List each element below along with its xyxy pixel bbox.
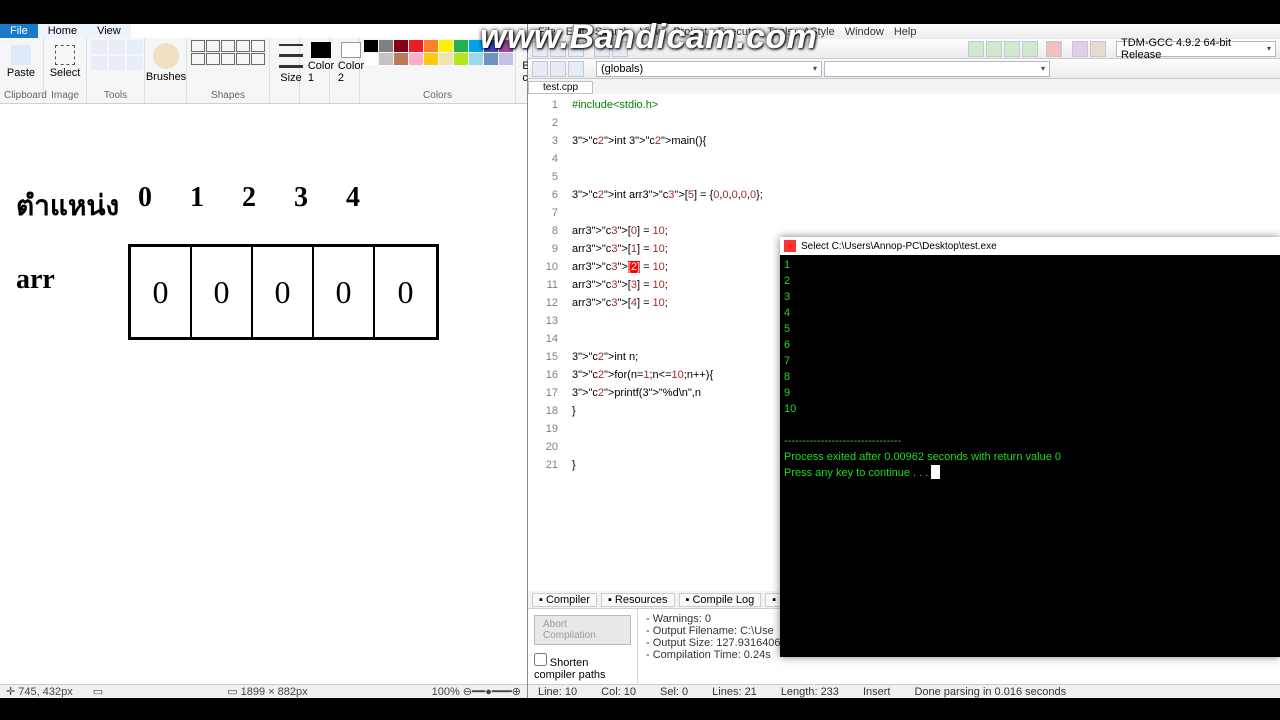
swatch[interactable]	[379, 53, 393, 65]
swatch[interactable]	[439, 53, 453, 65]
swatch[interactable]	[454, 53, 468, 65]
swatch[interactable]	[424, 40, 438, 52]
group-shapes: Shapes	[191, 89, 265, 101]
brushes-button[interactable]: Brushes	[149, 40, 183, 84]
undo-icon	[594, 41, 610, 57]
color-swatches[interactable]	[364, 40, 511, 65]
compiler-select[interactable]: TDM-GCC 4.9.2 64-bit Release	[1116, 41, 1276, 57]
line-gutter: 123456789101112131415161718192021	[528, 94, 568, 593]
menu-view[interactable]: View	[640, 26, 664, 38]
swatch[interactable]	[409, 53, 423, 65]
tools-grid[interactable]	[91, 40, 140, 70]
menu-edit[interactable]: Edit	[566, 26, 585, 38]
paint-window: File Home View Paste Clipboard Select Im…	[0, 24, 528, 698]
paste-button[interactable]: Paste	[4, 40, 38, 84]
stop-icon	[1046, 41, 1062, 57]
toolbar-main[interactable]: TDM-GCC 4.9.2 64-bit Release	[528, 39, 1280, 59]
tab-file[interactable]: File	[0, 24, 38, 38]
save-icon	[568, 41, 584, 57]
swatch[interactable]	[469, 53, 483, 65]
text-thai: ตำแหน่ง	[16, 184, 119, 228]
swatch[interactable]	[394, 53, 408, 65]
compile-icon	[968, 41, 984, 57]
array-table: 00000	[128, 244, 439, 340]
swatch[interactable]	[469, 40, 483, 52]
swatch[interactable]	[364, 40, 378, 52]
swatch[interactable]	[409, 40, 423, 52]
class-icon	[532, 61, 548, 77]
debug-icon	[1072, 41, 1088, 57]
paint-statusbar: ✛ 745, 432px▭ ▭ 1899 × 882px 100% ⊖━━●━━…	[0, 684, 527, 698]
tab-compiler[interactable]: ▪ Compiler	[532, 593, 597, 607]
func-icon	[550, 61, 566, 77]
shapes-gallery[interactable]	[191, 40, 265, 65]
member-select[interactable]	[824, 61, 1050, 77]
text-arr: arr	[16, 264, 55, 296]
group-clipboard: Clipboard	[4, 89, 39, 101]
rebuild-icon	[1022, 41, 1038, 57]
console-window[interactable]: Select C:\Users\Annop-PC\Desktop\test.ex…	[780, 237, 1280, 657]
shorten-paths-checkbox[interactable]: Shorten compiler paths	[534, 658, 606, 681]
swatch[interactable]	[484, 53, 498, 65]
new-icon	[532, 41, 548, 57]
open-icon	[550, 41, 566, 57]
file-tab[interactable]: test.cpp	[528, 81, 593, 94]
menu-help[interactable]: Help	[894, 26, 917, 38]
tab-resources[interactable]: ▪ Resources	[601, 593, 675, 607]
group-image: Image	[48, 89, 82, 101]
swatch[interactable]	[454, 40, 468, 52]
select-button[interactable]: Select	[48, 40, 82, 84]
tab-compile-log[interactable]: ▪ Compile Log	[679, 593, 762, 607]
menu-execute[interactable]: Execute	[717, 26, 757, 38]
abort-button: Abort Compilation	[534, 615, 631, 645]
menu-window[interactable]: Window	[845, 26, 884, 38]
swatch[interactable]	[394, 40, 408, 52]
goto-icon	[568, 61, 584, 77]
swatch[interactable]	[484, 40, 498, 52]
swatch[interactable]	[364, 53, 378, 65]
run-icon	[986, 41, 1002, 57]
paint-canvas[interactable]: ตำแหน่ง 01234 arr 00000	[0, 104, 527, 684]
toolbar-scope[interactable]: (globals)	[528, 59, 1280, 79]
tab-view[interactable]: View	[87, 24, 131, 38]
menu-file[interactable]: File	[538, 26, 556, 38]
profile-icon	[1090, 41, 1106, 57]
menu-astyle[interactable]: AStyle	[803, 26, 835, 38]
group-tools: Tools	[91, 89, 140, 101]
menu-tools[interactable]: Tools	[767, 26, 793, 38]
menu-project[interactable]: Project	[673, 26, 707, 38]
swatch[interactable]	[499, 40, 513, 52]
swatch[interactable]	[424, 53, 438, 65]
index-labels: 01234	[138, 182, 360, 214]
redo-icon	[612, 41, 628, 57]
tab-home[interactable]: Home	[38, 24, 87, 38]
dev-statusbar: Line: 10Col: 10Sel: 0 Lines: 21Length: 2…	[528, 684, 1280, 698]
swatch[interactable]	[499, 53, 513, 65]
compile-run-icon	[1004, 41, 1020, 57]
scope-select[interactable]: (globals)	[596, 61, 822, 77]
swatch[interactable]	[379, 40, 393, 52]
swatch[interactable]	[439, 40, 453, 52]
console-titlebar[interactable]: Select C:\Users\Annop-PC\Desktop\test.ex…	[780, 237, 1280, 255]
menu-search[interactable]: Search	[595, 26, 630, 38]
group-colors: Colors	[364, 89, 511, 101]
console-output: 1 2 3 4 5 6 7 8 9 10 -------------------…	[780, 255, 1280, 483]
